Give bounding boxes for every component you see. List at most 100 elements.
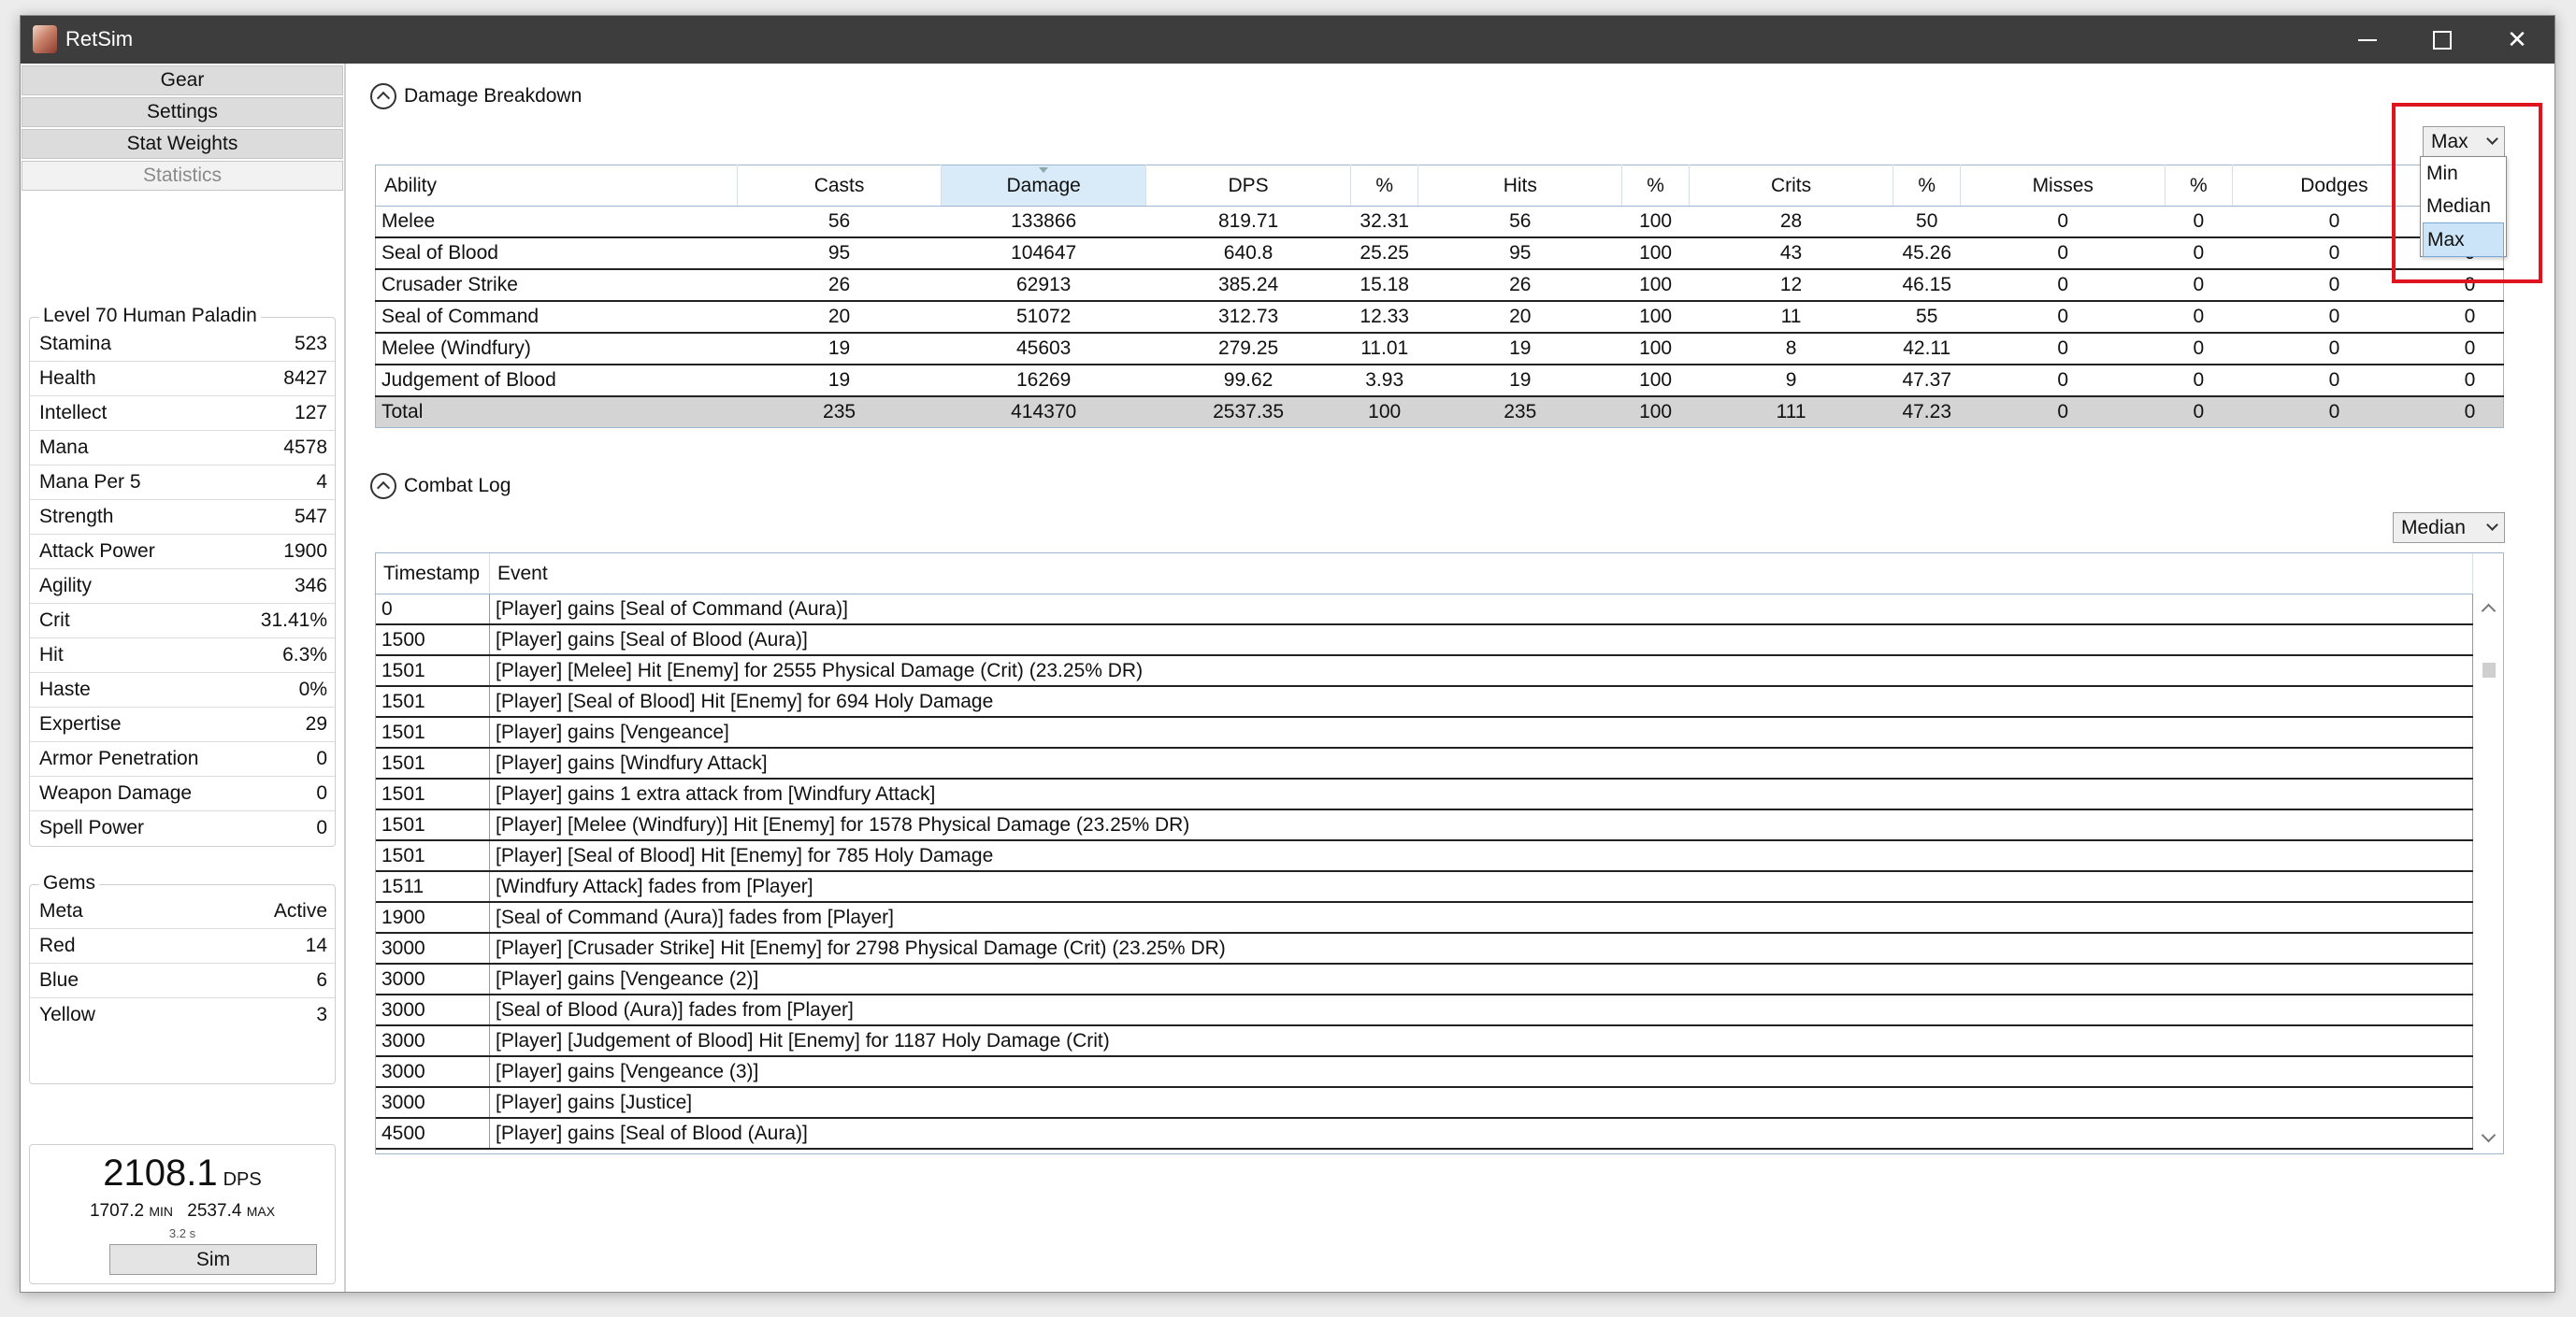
column-header[interactable]: DPS	[1145, 165, 1351, 207]
app-icon	[33, 25, 57, 53]
list-item[interactable]: 3000 [Player] [Judgement of Blood] Hit [E…	[376, 1025, 2473, 1057]
list-item[interactable]: 1501 [Player] [Melee (Windfury)] Hit [Ene…	[376, 809, 2473, 841]
table-row[interactable]: Crusader Strike 26 62913 385.24 15.18 26 100 12…	[375, 269, 2504, 302]
maximize-icon[interactable]	[2405, 16, 2480, 64]
table-cell: 42.11	[1892, 333, 1961, 365]
list-item[interactable]: 1501 [Player] gains [Windfury Attack]	[376, 748, 2473, 780]
stat-label: Crit	[39, 609, 70, 631]
stat-row: Crit 31.41%	[30, 604, 335, 638]
gem-label: Yellow	[39, 1004, 95, 1025]
column-header[interactable]: Ability	[375, 165, 738, 207]
table-cell: 279.25	[1145, 333, 1351, 365]
list-item[interactable]: 1501 [Player] [Melee] Hit [Enemy] for 255…	[376, 655, 2473, 687]
list-item[interactable]: 3000 [Player] gains [Vengeance (3)]	[376, 1056, 2473, 1088]
column-header[interactable]: Crits	[1689, 165, 1894, 207]
table-cell: 104647	[941, 237, 1146, 270]
table-cell: 19	[737, 333, 942, 365]
table-cell: 0	[2436, 301, 2504, 334]
combat-log-scrollbar[interactable]	[2473, 593, 2503, 1153]
stat-row: Hit 6.3%	[30, 638, 335, 673]
table-cell: 9	[1689, 365, 1893, 397]
gem-row: Blue 6	[30, 964, 335, 998]
table-cell: 50	[1892, 206, 1961, 238]
column-header[interactable]: Damage	[941, 165, 1147, 207]
list-item[interactable]: 1500 [Player] gains [Seal of Blood (Aura)…	[376, 624, 2473, 656]
table-cell: 62913	[941, 269, 1146, 302]
table-row[interactable]: Seal of Command 20 51072 312.73 12.33 20 100 11…	[375, 301, 2504, 334]
left-panel: Gear Settings Stat Weights Statistics Le…	[21, 64, 346, 1292]
list-item[interactable]: 1900 [Seal of Command (Aura)] fades from …	[376, 902, 2473, 934]
minimize-icon[interactable]	[2330, 16, 2405, 64]
column-header[interactable]: %	[2165, 165, 2233, 207]
column-header[interactable]: %	[1350, 165, 1419, 207]
table-cell: 19	[1418, 333, 1622, 365]
table-row[interactable]: Judgement of Blood 19 16269 99.62 3.93 19 100 9…	[375, 365, 2504, 397]
stat-value: 0	[316, 817, 327, 838]
stat-row: Agility 346	[30, 569, 335, 604]
scroll-thumb[interactable]	[2482, 663, 2496, 678]
table-cell: 51072	[941, 301, 1146, 334]
list-item[interactable]: 1501 [Player] gains [Vengeance]	[376, 717, 2473, 749]
list-item[interactable]: 1501 [Player] [Seal of Blood] Hit [Enemy]…	[376, 686, 2473, 718]
stat-value: 31.41%	[260, 609, 327, 631]
list-item[interactable]: 3000 [Player] [Crusader Strike] Hit [Enem…	[376, 933, 2473, 965]
list-item[interactable]: 1501 [Player] [Seal of Blood] Hit [Enemy]…	[376, 840, 2473, 872]
nav-gear-button[interactable]: Gear	[22, 65, 343, 95]
table-cell: 640.8	[1145, 237, 1351, 270]
highlight-annotation	[2392, 103, 2542, 283]
list-item[interactable]: 0 [Player] gains [Seal of Command (Aura)]	[376, 594, 2473, 625]
table-cell: Seal of Command	[375, 301, 738, 334]
table-cell: 0	[2165, 237, 2233, 270]
stat-row: Mana 4578	[30, 431, 335, 465]
stat-value: 0	[316, 748, 327, 769]
log-timestamp: 1501	[376, 686, 490, 718]
nav-stat-weights-button[interactable]: Stat Weights	[22, 129, 343, 159]
table-cell: Melee	[375, 206, 738, 238]
list-item[interactable]: 1511 [Windfury Attack] fades from [Player…	[376, 871, 2473, 903]
damage-breakdown-header[interactable]: Damage Breakdown	[370, 83, 582, 109]
log-timestamp: 3000	[376, 1087, 490, 1119]
column-header[interactable]: Event	[489, 553, 2473, 594]
combat-log-mode-select[interactable]: Median	[2393, 512, 2505, 543]
collapse-icon[interactable]	[370, 473, 396, 499]
stat-value: 4	[316, 471, 327, 493]
combat-log-header[interactable]: Combat Log	[370, 473, 511, 499]
scroll-down-icon[interactable]	[2481, 1127, 2497, 1143]
stat-label: Mana Per 5	[39, 471, 141, 493]
list-item[interactable]: 3000 [Player] gains [Vengeance (2)]	[376, 964, 2473, 995]
column-header[interactable]: %	[1621, 165, 1691, 207]
table-cell: 111	[1689, 396, 1893, 428]
title-bar[interactable]: RetSim ✕	[21, 16, 2554, 64]
table-row[interactable]: Melee56133866819.7132.315610028500000	[375, 206, 2504, 238]
scroll-up-icon[interactable]	[2481, 603, 2497, 619]
list-item[interactable]: 4500 [Player] gains [Seal of Blood (Aura)…	[376, 1118, 2473, 1150]
log-event: [Player] gains [Justice]	[489, 1087, 2473, 1119]
stat-row: Weapon Damage 0	[30, 777, 335, 811]
table-cell: 28	[1689, 206, 1893, 238]
column-header[interactable]: Misses	[1960, 165, 2166, 207]
nav-settings-button[interactable]: Settings	[22, 97, 343, 127]
sim-button[interactable]: Sim	[109, 1244, 317, 1275]
column-header[interactable]: %	[1892, 165, 1962, 207]
list-item[interactable]: 1501 [Player] gains 1 extra attack from […	[376, 779, 2473, 810]
table-cell: Seal of Blood	[375, 237, 738, 270]
stat-label: Agility	[39, 575, 93, 596]
column-header[interactable]: Hits	[1418, 165, 1623, 207]
table-row[interactable]: Seal of Blood 95 104647 640.8 25.25 95 100 43 45…	[375, 237, 2504, 270]
list-item[interactable]: 3000 [Player] gains [Justice]	[376, 1087, 2473, 1119]
log-timestamp: 3000	[376, 995, 490, 1026]
stat-row: Stamina 523	[30, 327, 335, 362]
stat-row: Spell Power 0	[30, 811, 335, 845]
column-header[interactable]: Casts	[737, 165, 943, 207]
log-timestamp: 0	[376, 594, 490, 625]
close-icon[interactable]: ✕	[2480, 16, 2554, 64]
stats-list: Stamina 523 Health 8427 Intellect 127 Mana 4578…	[30, 318, 335, 845]
table-cell: 55	[1892, 301, 1961, 334]
list-item[interactable]: 3000 [Seal of Blood (Aura)] fades from [P…	[376, 995, 2473, 1026]
column-header[interactable]: Timestamp	[376, 553, 490, 594]
table-cell: 19	[1418, 365, 1622, 397]
table-row[interactable]: Melee (Windfury) 19 45603 279.25 11.01 19 100 8…	[375, 333, 2504, 365]
log-event: [Player] gains [Windfury Attack]	[489, 748, 2473, 780]
collapse-icon[interactable]	[370, 83, 396, 109]
nav-statistics-button[interactable]: Statistics	[22, 161, 343, 191]
